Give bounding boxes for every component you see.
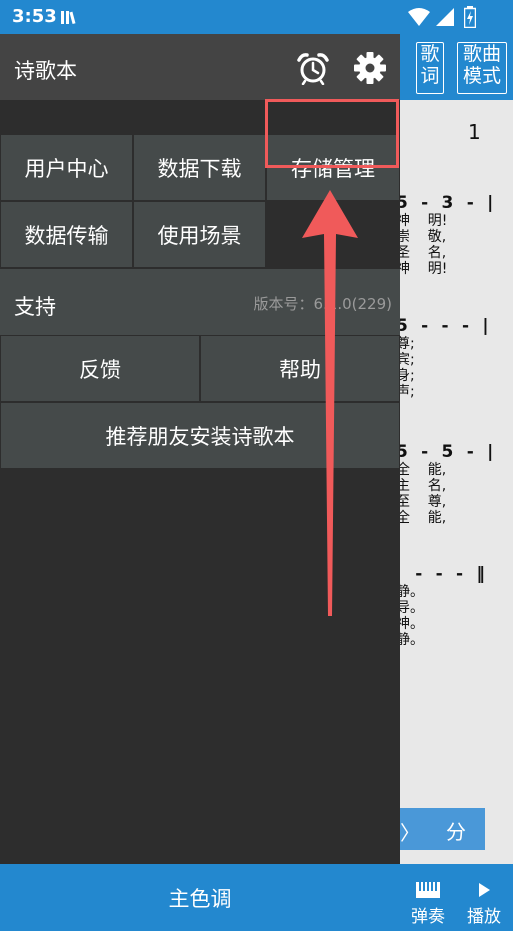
play-keyboard-button[interactable]: 弹奏 [400,864,456,931]
wifi-icon [408,8,430,26]
piano-keys-icon [416,882,440,898]
signal-icon [436,8,454,26]
chevron-right-icon: 〉 [400,821,420,845]
play-button[interactable]: 播放 [456,864,512,931]
score-block: 5 - - - | 尊; 宾; 身; 声; [396,316,489,400]
page-number: 1 [468,120,481,144]
score-notes: 5 - 5 - | [396,442,494,462]
lyric-line: 声; [396,384,415,400]
app-notification-icon [61,11,76,25]
play-bar: 弹奏 播放 [400,864,513,931]
data-transfer-button[interactable]: 数据传输 [0,201,133,268]
lyric-line: 导。 [396,600,424,616]
lyric-line: 神 明! [396,213,448,229]
lyric-line: 尊; [396,336,415,352]
score-block: 5 - 5 - | 全 能, 主 名, 至 尊, 全 能, [396,442,494,526]
lyric-line: 至 尊, [396,494,447,510]
feedback-button[interactable]: 反馈 [0,335,200,402]
song-mode-button[interactable]: 歌曲 模式 [457,42,507,94]
score-block: 5 - 3 - | 神 明! 崇 敬, 圣 名, 神 明! [396,193,494,277]
battery-charging-icon [464,6,476,28]
lyric-line: 主 名, [396,478,447,494]
status-bar: 3:53 [0,0,513,34]
lyric-line: 圣 名, [396,245,447,261]
data-download-button[interactable]: 数据下载 [133,134,266,201]
lyrics-toggle-button[interactable]: 歌词 [416,42,444,94]
arrow-up-icon [302,190,358,616]
score-notes: 5 - - - | [396,316,490,336]
lyric-line: 宾; [396,352,415,368]
lyric-line: 全 能, [396,462,447,478]
support-label: 支持 [14,295,56,319]
play-label: 播放 [467,907,501,927]
theme-color-button[interactable]: 主色调 [0,864,400,931]
gear-icon[interactable] [353,51,387,85]
score-nav-label: 分 [446,820,466,844]
alarm-clock-icon[interactable] [296,51,330,85]
highlight-box [265,99,399,168]
score-block: - - - ‖ 静。 导。 神。 静。 [396,564,485,648]
play-icon [479,883,490,897]
play-keyboard-label: 弹奏 [411,907,445,927]
lyric-line: 神。 [396,616,424,632]
drawer-header: 诗歌本 [0,34,400,100]
lyric-line: 全 能, [396,510,447,526]
lyric-line: 崇 敬, [396,229,447,245]
usage-scene-button[interactable]: 使用场景 [133,201,266,268]
score-notes: 5 - 3 - | [396,193,494,213]
lyric-line: 静。 [396,584,424,600]
lyric-line: 静。 [396,632,424,648]
user-center-button[interactable]: 用户中心 [0,134,133,201]
score-notes: - - - ‖ [396,564,486,584]
lyric-line: 神 明! [396,261,448,277]
status-time: 3:53 [12,6,57,27]
lyric-line: 身; [396,368,415,384]
app-title: 诗歌本 [14,59,77,83]
score-nav-button[interactable]: 〉 分 [400,808,485,850]
